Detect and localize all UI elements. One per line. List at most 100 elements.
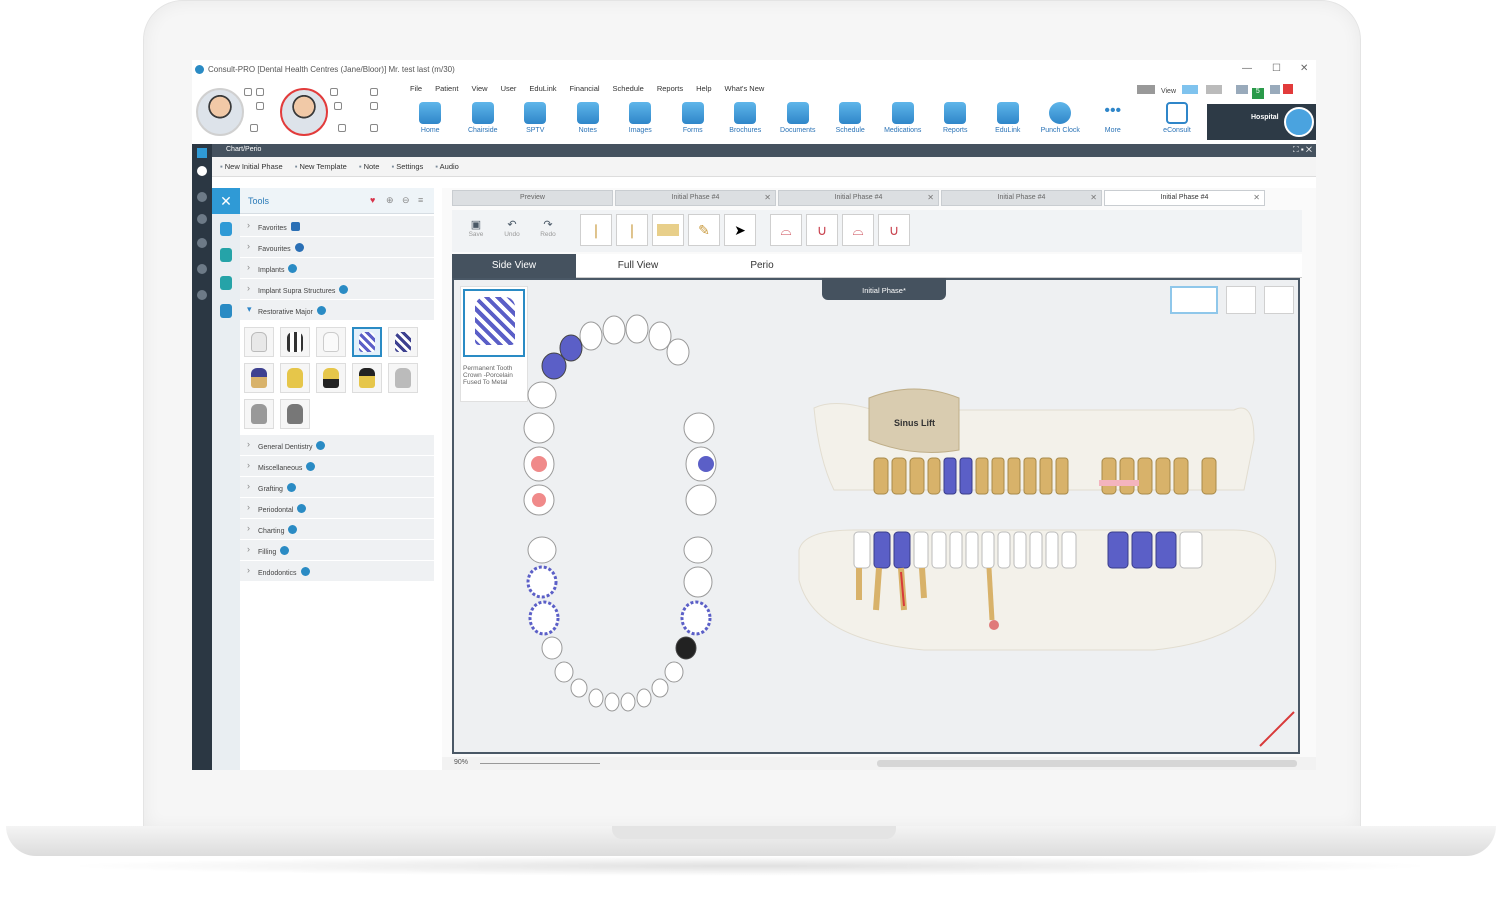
toolbar-econsult[interactable]: eConsult [1152,102,1202,134]
menu-patient[interactable]: Patient [435,84,458,96]
menu-file[interactable]: File [410,84,422,96]
arrow-icon[interactable] [197,148,207,158]
status-icon[interactable] [244,88,252,96]
toolbar-brochures[interactable]: Brochures [719,102,772,142]
toolbar-images[interactable]: Images [614,102,667,142]
tab-side-view[interactable]: Side View [452,254,576,278]
toolbar-home[interactable]: Home [404,102,457,142]
clock-icon[interactable] [197,166,207,176]
tool-crown-striped[interactable] [388,327,418,357]
lower-gum-tool[interactable]: ∪ [878,214,910,246]
lower-arch-tool[interactable]: ∪ [806,214,838,246]
workflow-icon[interactable] [220,304,232,318]
toolbar-notes[interactable]: Notes [562,102,615,142]
status-icon[interactable] [330,88,338,96]
dollar-icon[interactable] [197,290,207,300]
save-button[interactable]: ▣ Save [458,214,494,252]
heart-icon[interactable] [197,192,207,202]
tool-crown-metal-dark[interactable] [280,399,310,429]
maximize-button[interactable]: ☐ [1272,63,1281,74]
mobile-icon[interactable] [370,124,378,132]
category-filling[interactable]: Filling [240,540,434,561]
toggle-icon[interactable] [1137,85,1155,94]
tool-bridge-pontic[interactable] [388,363,418,393]
tool-bridge-posts[interactable] [280,327,310,357]
explorer-tool[interactable]: ❘ [616,214,648,246]
hospital-badge[interactable]: Hospital [1207,104,1316,140]
note-button[interactable]: Note [359,162,380,176]
toolbar-schedule[interactable]: Schedule [824,102,877,142]
toolbar-documents[interactable]: Documents [772,102,825,142]
close-button[interactable]: ✕ [1300,63,1308,74]
menu-user[interactable]: User [501,84,517,96]
chart-icon[interactable] [197,214,207,224]
menu-financial[interactable]: Financial [570,84,600,96]
favorite-heart-icon[interactable]: ♥ [370,195,375,205]
side-view-jaw[interactable]: Sinus Lift [798,388,1295,747]
menu-view[interactable]: View [471,84,487,96]
menu-whats-new[interactable]: What's New [725,84,765,96]
category-miscellaneous[interactable]: Miscellaneous [240,456,434,477]
tab-preview[interactable]: Preview [452,190,613,206]
tab-initial-phase[interactable]: Initial Phase #4 ✕ [778,190,939,206]
tool-crown-metal[interactable] [244,399,274,429]
toolbar-more[interactable]: ••• More [1087,102,1140,142]
layout-single-icon[interactable] [1181,85,1198,94]
eye-icon[interactable] [370,88,378,96]
implant-icon[interactable] [220,276,232,290]
menu-reports[interactable]: Reports [657,84,683,96]
measure-tool[interactable]: ✎ [688,214,720,246]
tool-crown-gold-stripe[interactable] [244,363,274,393]
doctor-avatar[interactable] [196,88,244,136]
tool-crown-pfm[interactable] [352,327,382,357]
user-icon[interactable] [1235,85,1248,94]
login-icon[interactable] [250,124,258,132]
chart-canvas[interactable]: Initial Phase* Permanent Tooth Crown -Po… [452,278,1300,754]
people-icon[interactable] [197,264,207,274]
tool-crown-gold[interactable] [280,363,310,393]
category-implants[interactable]: Implants [240,258,434,279]
new-template-button[interactable]: New Template [295,162,346,176]
category-restorative-major[interactable]: Restorative Major [240,300,434,321]
close-tab-icon[interactable]: ✕ [927,193,934,202]
toolbar-edulink[interactable]: EduLink [982,102,1035,142]
close-tab-icon[interactable]: ✕ [1253,193,1260,202]
toolbar-sptv[interactable]: SPTV [509,102,562,142]
document-icon[interactable] [197,238,207,248]
list-menu-icon[interactable]: ≡ [418,195,423,205]
tool-crown-gold-dark[interactable] [316,363,346,393]
tab-initial-phase-active[interactable]: Initial Phase #4 ✕ [1104,190,1265,206]
gum-tool[interactable] [652,214,684,246]
tab-full-view[interactable]: Full View [576,254,700,278]
tooth-icon[interactable] [220,222,232,236]
tool-crown-gold-base[interactable] [352,363,382,393]
minimize-button[interactable]: — [1242,63,1252,74]
close-tab-icon[interactable]: ✕ [764,193,771,202]
redo-button[interactable]: ↷ Redo [530,214,566,252]
patient-avatar[interactable] [280,88,328,136]
settings-button[interactable]: Settings [391,162,423,176]
tab-initial-phase[interactable]: Initial Phase #4 ✕ [941,190,1102,206]
notification-badge[interactable]: 5 [1251,88,1264,99]
print-icon[interactable] [256,102,264,110]
tool-crown-outline[interactable] [244,327,274,357]
bookmark-icon[interactable] [220,248,232,262]
zoom-slider[interactable] [480,763,600,764]
category-endodontics[interactable]: Endodontics [240,561,434,582]
horizontal-scrollbar[interactable] [877,760,1297,767]
toolbar-forms[interactable]: Forms [667,102,720,142]
upper-arch-tool[interactable]: ⌓ [770,214,802,246]
pointer-tool[interactable]: ➤ [724,214,756,246]
category-general-dentistry[interactable]: General Dentistry [240,435,434,456]
undo-button[interactable]: ↶ Undo [494,214,530,252]
tab-initial-phase[interactable]: Initial Phase #4 ✕ [615,190,776,206]
toolbar-punch-clock[interactable]: Punch Clock [1034,102,1087,142]
category-charting[interactable]: Charting [240,519,434,540]
toolbar-medications[interactable]: Medications [877,102,930,142]
category-implant-supra-structures[interactable]: Implant Supra Structures [240,279,434,300]
remove-icon[interactable]: ⊖ [402,195,410,206]
menu-schedule[interactable]: Schedule [613,84,644,96]
category-favourites[interactable]: Favourites [240,237,434,258]
toolbar-chairside[interactable]: Chairside [457,102,510,142]
occlusal-arch-chart[interactable] [523,314,717,712]
